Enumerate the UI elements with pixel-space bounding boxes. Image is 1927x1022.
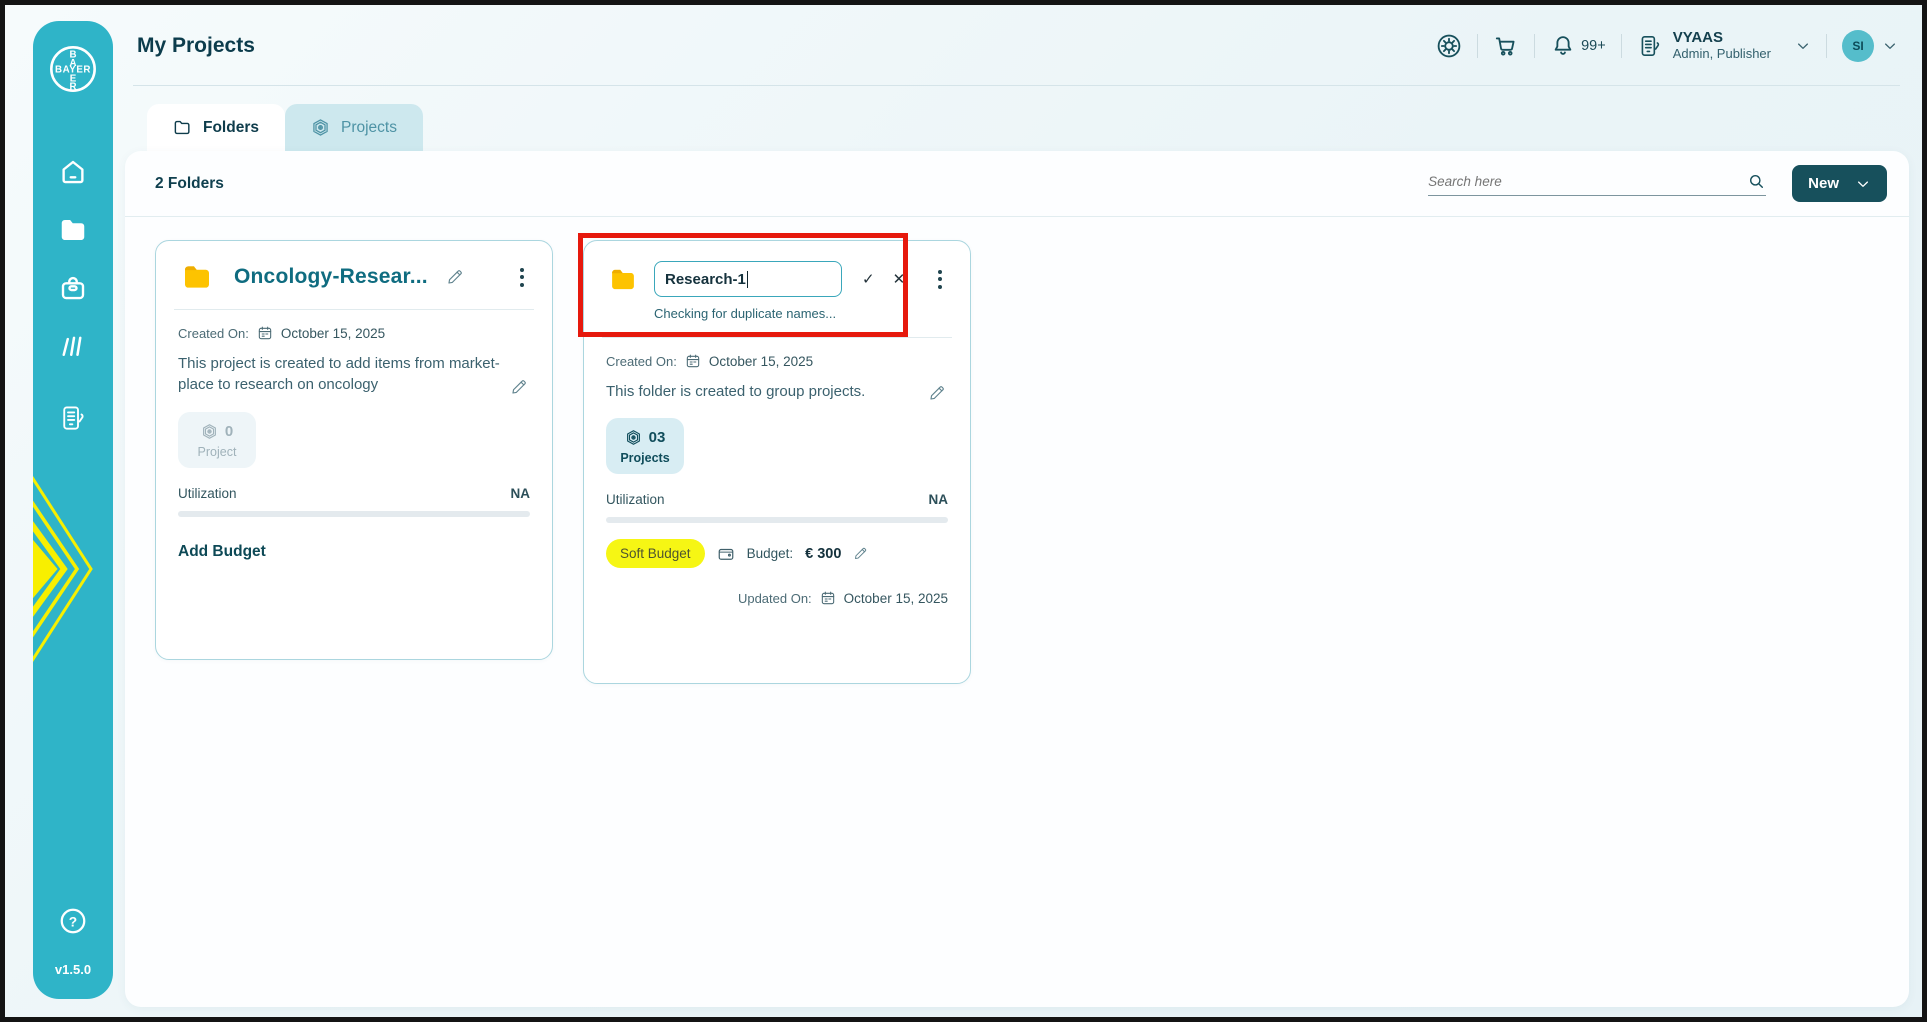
- chevron-down-icon: [1855, 176, 1871, 192]
- calendar-icon: [820, 590, 836, 606]
- add-budget-link[interactable]: Add Budget: [178, 543, 266, 561]
- tab-folders[interactable]: Folders: [147, 104, 285, 151]
- hexagon-projects-icon: [625, 429, 642, 446]
- edit-name-icon[interactable]: [446, 268, 464, 286]
- settings-gear-icon[interactable]: [1436, 33, 1462, 59]
- utilization-bar: [178, 511, 530, 517]
- folders-panel: 2 Folders New Oncology-Resear...: [125, 151, 1909, 1007]
- app-screen: BAYER B A E R v1.5.0: [0, 0, 1927, 1022]
- text-caret: [747, 271, 749, 288]
- app-version: v1.5.0: [55, 962, 91, 977]
- project-count: 0: [225, 423, 233, 440]
- folder-description: This folder is created to group projects…: [606, 381, 918, 402]
- tab-label: Folders: [203, 119, 259, 137]
- card-divider: [174, 309, 534, 310]
- folder-icon: [178, 261, 216, 293]
- utilization-value: NA: [511, 486, 531, 501]
- budget-label: Budget:: [747, 546, 794, 561]
- tab-label: Projects: [341, 119, 397, 137]
- sidebar-nav: [58, 157, 88, 433]
- bayer-logo: BAYER B A E R: [47, 43, 99, 95]
- cancel-rename-button[interactable]: ✕: [891, 268, 908, 290]
- top-header: My Projects 99+ VYAAS Admin, Publisher: [133, 5, 1908, 86]
- header-separator: [1477, 34, 1478, 58]
- org-name: VYAAS: [1673, 29, 1771, 46]
- svg-text:A: A: [69, 58, 76, 69]
- folder-icon: [173, 118, 192, 137]
- chevron-down-icon: [1795, 38, 1811, 54]
- search-input[interactable]: [1428, 174, 1747, 189]
- kebab-menu[interactable]: [932, 266, 948, 293]
- calendar-icon: [257, 325, 273, 341]
- tab-projects[interactable]: Projects: [285, 104, 423, 151]
- edit-description-icon[interactable]: [928, 384, 946, 402]
- new-button[interactable]: New: [1792, 165, 1887, 202]
- folders-icon[interactable]: [58, 215, 88, 245]
- project-count: 03: [649, 429, 666, 446]
- updated-on-label: Updated On:: [738, 591, 812, 606]
- user-menu[interactable]: SI: [1842, 30, 1898, 62]
- header-separator: [1826, 34, 1827, 58]
- search-icon[interactable]: [1747, 172, 1766, 191]
- edit-description-icon[interactable]: [510, 378, 528, 396]
- utilization-label: Utilization: [606, 492, 665, 507]
- project-count-badge: 0 Project: [178, 412, 256, 468]
- project-count-label: Project: [184, 445, 250, 459]
- project-count-label: Projects: [612, 451, 678, 465]
- hexagon-projects-icon: [311, 118, 330, 137]
- cart-icon[interactable]: [1493, 33, 1519, 59]
- folder-name-input[interactable]: Research-1: [654, 261, 842, 297]
- budget-value: € 300: [805, 546, 841, 562]
- header-separator: [1621, 34, 1622, 58]
- folder-count: 2 Folders: [155, 175, 224, 193]
- chart-icon[interactable]: [58, 331, 88, 361]
- folder-icon: [606, 265, 640, 294]
- folder-name-value: Research-1: [665, 271, 746, 288]
- calendar-icon: [685, 353, 701, 369]
- duplicate-check-status: Checking for duplicate names...: [654, 306, 948, 321]
- project-count-badge: 03 Projects: [606, 418, 684, 474]
- chevron-down-icon: [1882, 38, 1898, 54]
- utilization-value: NA: [929, 492, 949, 507]
- svg-text:R: R: [69, 82, 76, 93]
- notifications-button[interactable]: 99+: [1550, 33, 1606, 59]
- page-title: My Projects: [137, 34, 255, 58]
- confirm-rename-button[interactable]: ✓: [860, 268, 877, 290]
- notification-count: 99+: [1581, 38, 1606, 54]
- help-icon[interactable]: [58, 906, 88, 936]
- folder-card-research: Research-1 ✓ ✕ Checking for duplicate na…: [583, 240, 971, 684]
- updated-on-value: October 15, 2025: [844, 591, 948, 606]
- created-on-value: October 15, 2025: [281, 326, 385, 341]
- soft-budget-badge: Soft Budget: [606, 539, 705, 568]
- chevron-decoration: [33, 449, 109, 689]
- card-divider: [602, 337, 952, 338]
- folder-description: This project is created to add items fro…: [178, 353, 500, 396]
- kebab-menu[interactable]: [514, 264, 530, 291]
- bell-icon: [1550, 33, 1576, 59]
- bag-icon[interactable]: [58, 273, 88, 303]
- organization-icon[interactable]: [58, 403, 88, 433]
- new-button-label: New: [1808, 175, 1839, 192]
- header-separator: [1534, 34, 1535, 58]
- folder-card-oncology: Oncology-Resear... Created On: October 1…: [155, 240, 553, 660]
- folder-title: Oncology-Resear...: [234, 265, 428, 289]
- organization-icon: [1637, 33, 1663, 59]
- search-box: [1428, 172, 1766, 196]
- created-on-label: Created On:: [606, 354, 677, 369]
- created-on-value: October 15, 2025: [709, 354, 813, 369]
- org-switcher[interactable]: VYAAS Admin, Publisher: [1637, 29, 1811, 61]
- home-icon[interactable]: [58, 157, 88, 187]
- utilization-bar: [606, 517, 948, 523]
- panel-toolbar: 2 Folders New: [125, 151, 1909, 217]
- avatar: SI: [1842, 30, 1874, 62]
- hexagon-projects-icon: [201, 423, 218, 440]
- org-role: Admin, Publisher: [1673, 47, 1771, 62]
- created-on-label: Created On:: [178, 326, 249, 341]
- wallet-icon: [717, 545, 735, 563]
- view-tabs: Folders Projects: [147, 104, 423, 151]
- header-divider: [133, 85, 1900, 86]
- edit-budget-icon[interactable]: [853, 546, 868, 561]
- utilization-label: Utilization: [178, 486, 237, 501]
- sidebar: BAYER B A E R v1.5.0: [33, 21, 113, 999]
